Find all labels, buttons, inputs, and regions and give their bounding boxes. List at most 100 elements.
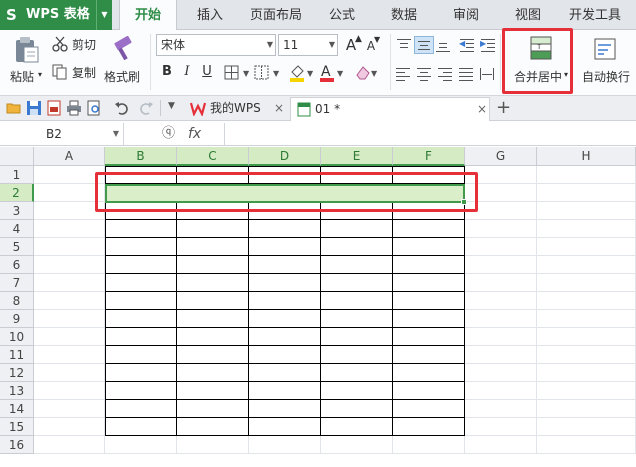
customize-dropdown-icon[interactable]: ▼ — [168, 101, 175, 111]
row-header-5[interactable]: 5 — [0, 238, 34, 256]
cell-h1[interactable] — [537, 166, 636, 184]
cell-b14[interactable] — [105, 400, 177, 418]
cell-g12[interactable] — [465, 364, 537, 382]
cell-h11[interactable] — [537, 346, 636, 364]
underline-button[interactable]: U — [198, 63, 216, 81]
column-header-c[interactable]: C — [177, 147, 249, 166]
cell-d4[interactable] — [249, 220, 321, 238]
cell-a13[interactable] — [34, 382, 105, 400]
cell-b10[interactable] — [105, 328, 177, 346]
cell-h10[interactable] — [537, 328, 636, 346]
cell-e4[interactable] — [321, 220, 393, 238]
cell-c10[interactable] — [177, 328, 249, 346]
paste-dropdown-icon[interactable]: ▾ — [38, 70, 42, 79]
italic-button[interactable]: I — [178, 63, 196, 81]
cell-e7[interactable] — [321, 274, 393, 292]
cell-h15[interactable] — [537, 418, 636, 436]
tab-view[interactable]: 视图 — [504, 0, 552, 30]
cell-b7[interactable] — [105, 274, 177, 292]
cell-a9[interactable] — [34, 310, 105, 328]
cell-a11[interactable] — [34, 346, 105, 364]
clear-format-icon[interactable]: ▼ — [354, 63, 380, 83]
distributed-align-icon[interactable] — [480, 67, 496, 81]
cut-button[interactable]: 剪切 — [52, 36, 102, 54]
align-center-icon[interactable] — [417, 67, 433, 81]
cell-b11[interactable] — [105, 346, 177, 364]
cell-f8[interactable] — [393, 292, 465, 310]
fill-color-icon[interactable]: ▼ — [288, 63, 316, 83]
justify-icon[interactable] — [459, 67, 475, 81]
cell-h8[interactable] — [537, 292, 636, 310]
cell-d10[interactable] — [249, 328, 321, 346]
cell-b4[interactable] — [105, 220, 177, 238]
cell-e13[interactable] — [321, 382, 393, 400]
print-icon[interactable] — [66, 100, 82, 116]
cell-c7[interactable] — [177, 274, 249, 292]
cell-h3[interactable] — [537, 202, 636, 220]
wrap-text-button[interactable]: 自动换行 — [580, 34, 632, 92]
align-bottom-icon[interactable] — [436, 38, 452, 52]
cell-f5[interactable] — [393, 238, 465, 256]
increase-indent-icon[interactable]: ▶ — [480, 38, 497, 52]
cell-d11[interactable] — [249, 346, 321, 364]
cell-f14[interactable] — [393, 400, 465, 418]
cell-h16[interactable] — [537, 436, 636, 454]
cell-e12[interactable] — [321, 364, 393, 382]
cell-d14[interactable] — [249, 400, 321, 418]
cell-d15[interactable] — [249, 418, 321, 436]
cell-h5[interactable] — [537, 238, 636, 256]
export-pdf-icon[interactable] — [46, 100, 62, 116]
cell-g10[interactable] — [465, 328, 537, 346]
borders-icon[interactable]: ▼ — [224, 65, 254, 80]
cell-g7[interactable] — [465, 274, 537, 292]
cell-h2[interactable] — [537, 184, 636, 202]
cell-a16[interactable] — [34, 436, 105, 454]
cell-b12[interactable] — [105, 364, 177, 382]
cell-d7[interactable] — [249, 274, 321, 292]
cell-g13[interactable] — [465, 382, 537, 400]
cell-d12[interactable] — [249, 364, 321, 382]
tab-home[interactable]: 开始 — [119, 0, 177, 31]
cell-e6[interactable] — [321, 256, 393, 274]
cell-c14[interactable] — [177, 400, 249, 418]
app-menu-dropdown-icon[interactable]: ▼ — [96, 0, 112, 30]
column-header-e[interactable]: E — [321, 147, 393, 166]
cell-b6[interactable] — [105, 256, 177, 274]
cell-a7[interactable] — [34, 274, 105, 292]
tab-review[interactable]: 审阅 — [442, 0, 490, 30]
column-header-h[interactable]: H — [537, 147, 636, 166]
doc-tab-active[interactable]: 01 * × — [290, 97, 490, 121]
cell-h9[interactable] — [537, 310, 636, 328]
align-top-icon[interactable] — [397, 38, 413, 52]
cell-a6[interactable] — [34, 256, 105, 274]
cell-f9[interactable] — [393, 310, 465, 328]
cell-g15[interactable] — [465, 418, 537, 436]
cell-g9[interactable] — [465, 310, 537, 328]
cell-g6[interactable] — [465, 256, 537, 274]
cell-f6[interactable] — [393, 256, 465, 274]
redo-icon[interactable] — [138, 100, 154, 116]
app-menu-button[interactable]: S WPS 表格 ▼ — [0, 0, 112, 30]
cell-b8[interactable] — [105, 292, 177, 310]
cell-g8[interactable] — [465, 292, 537, 310]
align-middle-icon[interactable] — [414, 36, 434, 54]
cell-c4[interactable] — [177, 220, 249, 238]
cell-d5[interactable] — [249, 238, 321, 256]
cell-b13[interactable] — [105, 382, 177, 400]
cell-f10[interactable] — [393, 328, 465, 346]
row-header-4[interactable]: 4 — [0, 220, 34, 238]
cell-c9[interactable] — [177, 310, 249, 328]
cell-f13[interactable] — [393, 382, 465, 400]
cell-h13[interactable] — [537, 382, 636, 400]
row-header-2[interactable]: 2 — [0, 184, 34, 202]
row-header-13[interactable]: 13 — [0, 382, 34, 400]
cell-f7[interactable] — [393, 274, 465, 292]
decrease-indent-icon[interactable]: ◀ — [459, 38, 476, 52]
font-size-select[interactable]: 11 ▼ — [278, 34, 338, 56]
column-header-d[interactable]: D — [249, 147, 321, 166]
cell-b9[interactable] — [105, 310, 177, 328]
cell-f16[interactable] — [393, 436, 465, 454]
cell-h7[interactable] — [537, 274, 636, 292]
cell-f4[interactable] — [393, 220, 465, 238]
tab-page-layout[interactable]: 页面布局 — [244, 0, 308, 30]
